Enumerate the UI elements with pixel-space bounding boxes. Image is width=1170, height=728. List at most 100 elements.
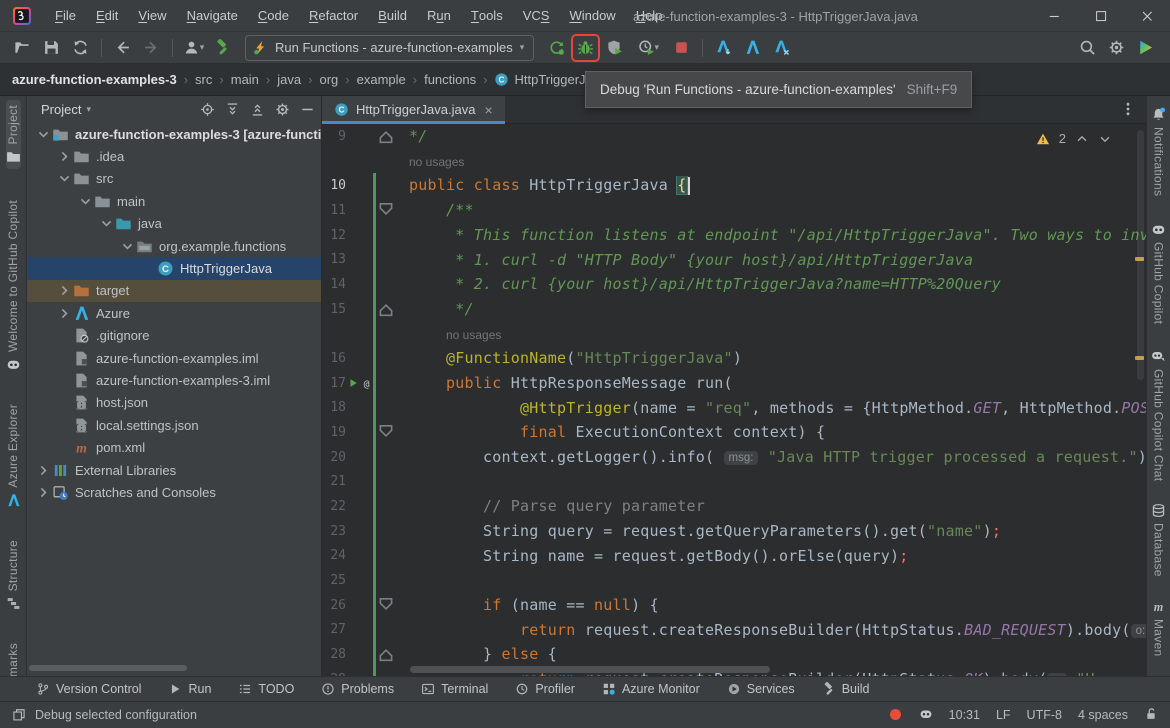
line-number[interactable]: 14 bbox=[322, 277, 346, 292]
build-project-button[interactable] bbox=[209, 35, 236, 61]
code-line[interactable]: 13 * 1. curl -d "HTTP Body" {your host}/… bbox=[322, 247, 1146, 273]
code-line[interactable]: 26 if (name == null) { bbox=[322, 592, 1146, 618]
line-number[interactable]: 25 bbox=[322, 573, 346, 588]
menu-vcs[interactable]: VC S bbox=[513, 0, 560, 32]
fold-marker-icon[interactable] bbox=[376, 200, 396, 220]
project-tree-row[interactable]: {;} host.json bbox=[27, 392, 321, 414]
line-number[interactable]: 12 bbox=[322, 228, 346, 243]
code-line[interactable]: 25 bbox=[322, 568, 1146, 593]
breadcrumb-item[interactable]: src bbox=[195, 72, 212, 87]
line-number[interactable]: 28 bbox=[322, 647, 346, 662]
chevron-down-icon[interactable] bbox=[1098, 132, 1112, 146]
stop-button[interactable] bbox=[668, 35, 695, 61]
user-account-button[interactable]: ▾ bbox=[180, 35, 207, 61]
tool-stripe-github-copilot[interactable]: GitHub Copilot bbox=[1151, 217, 1166, 329]
rerun-button[interactable] bbox=[543, 35, 570, 61]
fold-marker-icon[interactable] bbox=[376, 422, 396, 442]
code-line[interactable]: 12 * This function listens at endpoint "… bbox=[322, 222, 1146, 248]
code-line[interactable]: 11 /** bbox=[322, 198, 1146, 223]
line-separator[interactable]: LF bbox=[996, 708, 1011, 722]
more-options-icon[interactable] bbox=[1120, 101, 1136, 117]
code-line[interactable]: 24 String name = request.getBody().orEls… bbox=[322, 543, 1146, 569]
breadcrumb-item[interactable]: azure-function-examples-3 bbox=[12, 72, 177, 87]
tool-stripe-database[interactable]: Database bbox=[1151, 498, 1166, 582]
toolwindow-run[interactable]: Run bbox=[168, 682, 211, 696]
minimize-button[interactable] bbox=[1032, 0, 1078, 32]
toolwindow-terminal[interactable]: Terminal bbox=[421, 682, 488, 696]
code-line[interactable]: 21 bbox=[322, 469, 1146, 495]
project-tree-row[interactable]: target bbox=[27, 279, 321, 303]
project-horizontal-scrollbar[interactable] bbox=[29, 665, 187, 671]
recording-indicator[interactable] bbox=[889, 707, 903, 723]
usages-hint[interactable]: no usages bbox=[409, 155, 464, 169]
project-tree-row[interactable]: azure-function-examples-3.iml bbox=[27, 369, 321, 391]
line-number[interactable]: 18 bbox=[322, 400, 346, 415]
chevron-right-icon[interactable] bbox=[56, 148, 73, 165]
project-tree-row[interactable]: src bbox=[27, 168, 321, 190]
file-encoding[interactable]: UTF-8 bbox=[1027, 708, 1062, 722]
code-line[interactable]: 18 @HttpTrigger(name = "req", methods = … bbox=[322, 395, 1146, 421]
toolwindow-todo[interactable]: TODO bbox=[238, 682, 294, 696]
profiler-clock-button[interactable]: ▾ bbox=[630, 35, 666, 61]
tool-stripe-structure[interactable]: Structure bbox=[6, 535, 21, 616]
project-tree-row[interactable]: azure-function-examples.iml bbox=[27, 347, 321, 369]
search-button[interactable] bbox=[1074, 35, 1101, 61]
vertical-scrollbar[interactable] bbox=[1137, 130, 1144, 380]
project-tree-row[interactable]: Scratches and Consoles bbox=[27, 481, 321, 503]
chevron-right-icon[interactable] bbox=[56, 282, 73, 299]
expand-all-icon[interactable] bbox=[225, 102, 240, 117]
editor-tab[interactable]: C HttpTriggerJava.java × bbox=[322, 96, 505, 124]
menu-window[interactable]: Window bbox=[559, 0, 625, 32]
tool-stripe-welcome-to-github-copilot[interactable]: Welcome to GitHub Copilot bbox=[6, 195, 21, 377]
toolwindow-build[interactable]: Build bbox=[822, 682, 869, 696]
toolwindow-problems[interactable]: Problems bbox=[321, 682, 394, 696]
colorful-play-button[interactable] bbox=[1132, 35, 1159, 61]
project-tree-row[interactable]: External Libraries bbox=[27, 459, 321, 481]
line-number[interactable]: 11 bbox=[322, 203, 346, 218]
settings-gear-button[interactable] bbox=[1103, 35, 1130, 61]
indent-size[interactable]: 4 spaces bbox=[1078, 708, 1128, 722]
menu-refactor[interactable]: Refactor bbox=[299, 0, 368, 32]
line-number[interactable]: 26 bbox=[322, 598, 346, 613]
toolwindow-azure-monitor[interactable]: Azure Monitor bbox=[602, 682, 700, 696]
project-panel-title[interactable]: Project bbox=[41, 102, 81, 117]
tool-stripe-azure-explorer[interactable]: Azure Explorer bbox=[6, 399, 21, 513]
line-number[interactable]: 16 bbox=[322, 351, 346, 366]
fold-marker-icon[interactable] bbox=[376, 126, 396, 146]
project-tree-row[interactable]: azure-function-examples-3 [azure-functi bbox=[27, 123, 321, 145]
chevron-up-icon[interactable] bbox=[1075, 132, 1089, 146]
line-number[interactable]: 15 bbox=[322, 302, 346, 317]
code-editor[interactable]: 9 */ no usages 10 public class HttpTriggerJa… bbox=[322, 124, 1146, 676]
caret-position[interactable]: 10:31 bbox=[949, 708, 980, 722]
azure-deploy-button[interactable] bbox=[710, 35, 737, 61]
line-number[interactable]: 27 bbox=[322, 622, 346, 637]
line-number[interactable]: 22 bbox=[322, 499, 346, 514]
arrow-back-button[interactable] bbox=[109, 35, 136, 61]
settings-gear-icon[interactable] bbox=[275, 102, 290, 117]
tool-stripe-github-copilot-chat[interactable]: GitHub Copilot Chat bbox=[1151, 344, 1166, 486]
maximize-button[interactable] bbox=[1078, 0, 1124, 32]
chevron-down-icon[interactable] bbox=[119, 238, 136, 255]
tab-close-icon[interactable]: × bbox=[484, 102, 492, 118]
azure-config-button[interactable] bbox=[768, 35, 795, 61]
azure-a-button[interactable] bbox=[739, 35, 766, 61]
collapse-all-icon[interactable] bbox=[250, 102, 265, 117]
chevron-right-icon[interactable] bbox=[35, 484, 52, 501]
code-line[interactable]: 17 @ public HttpResponseMessage run( bbox=[322, 370, 1146, 396]
project-tree-row[interactable]: java bbox=[27, 213, 321, 235]
project-tree-row[interactable]: Azure bbox=[27, 302, 321, 324]
project-tree-row[interactable]: m pom.xml bbox=[27, 436, 321, 458]
run-widget[interactable]: Debug selected configuration bbox=[12, 708, 197, 722]
fold-marker-icon[interactable] bbox=[376, 595, 396, 615]
code-line[interactable]: no usages bbox=[322, 149, 1146, 174]
breadcrumb-item[interactable]: main bbox=[231, 72, 259, 87]
chevron-down-icon[interactable] bbox=[56, 170, 73, 187]
project-tree-row[interactable]: org.example.functions bbox=[27, 235, 321, 257]
code-line[interactable]: 16 @FunctionName("HttpTriggerJava") bbox=[322, 346, 1146, 371]
project-tree-row[interactable]: main bbox=[27, 190, 321, 212]
tool-stripe-project[interactable]: Project bbox=[5, 100, 21, 170]
sync-button[interactable] bbox=[67, 35, 94, 61]
code-line[interactable]: 28 } else { bbox=[322, 642, 1146, 667]
menu-build[interactable]: Build bbox=[368, 0, 417, 32]
project-tree-row[interactable]: .idea bbox=[27, 145, 321, 167]
